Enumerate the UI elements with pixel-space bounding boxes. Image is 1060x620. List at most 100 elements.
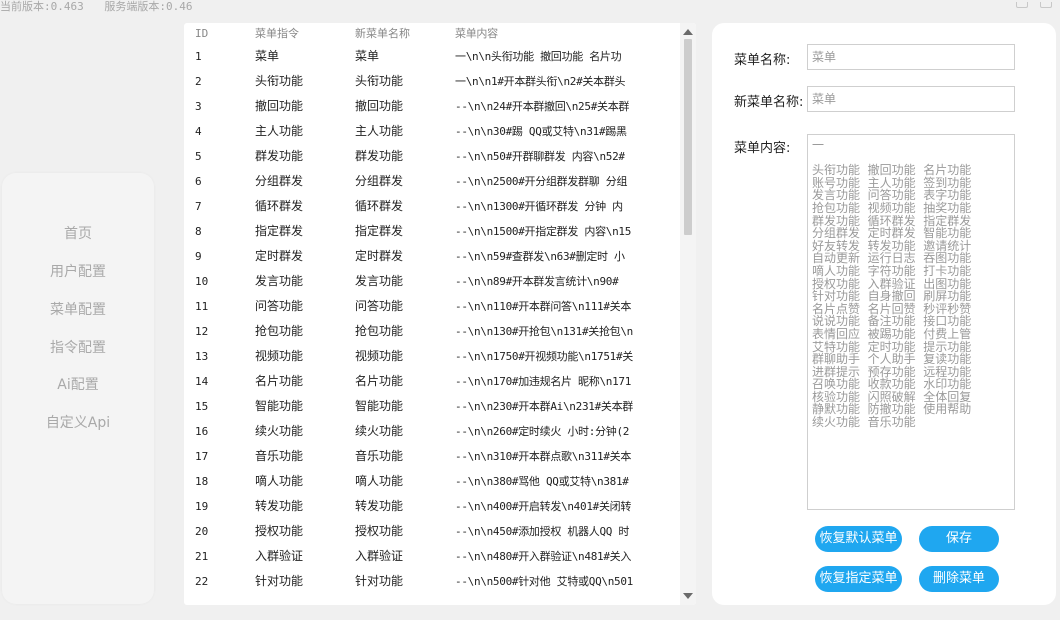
- row-command-cell: 转发功能: [255, 499, 304, 513]
- row-content-cell: --\n\n1500#开指定群发 内容\n15: [455, 225, 632, 238]
- row-id-cell: 7: [195, 200, 202, 213]
- close-icon[interactable]: [1040, 2, 1052, 8]
- row-new-name-cell: 音乐功能: [355, 449, 404, 463]
- table-row[interactable]: 14 名片功能 名片功能 --\n\n170#加违规名片 昵称\n171: [184, 369, 684, 394]
- row-new-name-cell: 续火功能: [355, 424, 404, 438]
- sidebar-item-command-config[interactable]: 指令配置: [2, 337, 154, 359]
- row-command-cell: 抢包功能: [255, 324, 304, 338]
- table-row[interactable]: 19 转发功能 转发功能 --\n\n400#开启转发\n401#关闭转: [184, 494, 684, 519]
- row-new-name-cell: 名片功能: [355, 374, 404, 388]
- column-header-command[interactable]: 菜单指令: [255, 23, 345, 45]
- row-content-cell: 一\n\n头衔功能 撤回功能 名片功: [455, 50, 622, 63]
- table-row[interactable]: 17 音乐功能 音乐功能 --\n\n310#开本群点歌\n311#关本: [184, 444, 684, 469]
- row-command-cell: 智能功能: [255, 399, 304, 413]
- row-content-cell: --\n\n400#开启转发\n401#关闭转: [455, 500, 632, 513]
- row-id-cell: 6: [195, 175, 202, 188]
- row-content-cell: --\n\n130#开抢包\n131#关抢包\n: [455, 325, 634, 338]
- row-new-name-cell: 主人功能: [355, 124, 404, 138]
- table-row[interactable]: 9 定时群发 定时群发 --\n\n59#查群发\n63#删定时 小: [184, 244, 684, 269]
- row-id-cell: 3: [195, 100, 202, 113]
- row-new-name-cell: 头衔功能: [355, 74, 404, 88]
- table-row[interactable]: 4 主人功能 主人功能 --\n\n30#踢 QQ或艾特\n31#踢黑: [184, 119, 684, 144]
- scroll-down-icon[interactable]: [683, 593, 693, 599]
- row-content-cell: --\n\n30#踢 QQ或艾特\n31#踢黑: [455, 125, 627, 138]
- row-new-name-cell: 循环群发: [355, 199, 404, 213]
- table-row[interactable]: 11 问答功能 问答功能 --\n\n110#开本群问答\n111#关本: [184, 294, 684, 319]
- restore-default-menu-button[interactable]: 恢复默认菜单: [815, 526, 902, 552]
- sidebar-item-user-config[interactable]: 用户配置: [2, 261, 154, 283]
- row-command-cell: 定时群发: [255, 249, 304, 263]
- table-row[interactable]: 1 菜单 菜单 一\n\n头衔功能 撤回功能 名片功: [184, 44, 684, 69]
- table-row[interactable]: 5 群发功能 群发功能 --\n\n50#开群聊群发 内容\n52#: [184, 144, 684, 169]
- row-id-cell: 8: [195, 225, 202, 238]
- table-row[interactable]: 12 抢包功能 抢包功能 --\n\n130#开抢包\n131#关抢包\n: [184, 319, 684, 344]
- table-row[interactable]: 10 发言功能 发言功能 --\n\n89#开本群发言统计\n90#: [184, 269, 684, 294]
- minimize-icon[interactable]: [1016, 2, 1028, 8]
- row-new-name-cell: 指定群发: [355, 224, 404, 238]
- row-id-cell: 20: [195, 525, 209, 538]
- row-id-cell: 17: [195, 450, 209, 463]
- table-scrollbar[interactable]: [680, 23, 696, 605]
- row-content-cell: --\n\n230#开本群Ai\n231#关本群: [455, 400, 634, 413]
- row-content-cell: 一\n\n1#开本群头衔\n2#关本群头: [455, 75, 626, 88]
- column-header-id[interactable]: ID: [195, 23, 235, 45]
- menu-content-line: 头衔功能 撤回功能 名片功能: [812, 163, 972, 178]
- new-menu-name-label: 新菜单名称:: [734, 95, 804, 110]
- row-content-cell: --\n\n24#开本群撤回\n25#关本群: [455, 100, 630, 113]
- table-row[interactable]: 6 分组群发 分组群发 --\n\n2500#开分组群发群聊 分组: [184, 169, 684, 194]
- table-row[interactable]: 20 授权功能 授权功能 --\n\n450#添加授权 机器人QQ 时: [184, 519, 684, 544]
- row-new-name-cell: 针对功能: [355, 574, 404, 588]
- table-row[interactable]: 8 指定群发 指定群发 --\n\n1500#开指定群发 内容\n15: [184, 219, 684, 244]
- column-header-content[interactable]: 菜单内容: [455, 23, 641, 45]
- column-header-new-name[interactable]: 新菜单名称: [355, 23, 445, 45]
- row-id-cell: 1: [195, 50, 202, 63]
- scroll-thumb[interactable]: [684, 39, 692, 235]
- table-row[interactable]: 2 头衔功能 头衔功能 一\n\n1#开本群头衔\n2#关本群头: [184, 69, 684, 94]
- menu-content-label: 菜单内容:: [734, 141, 791, 156]
- menu-name-input[interactable]: 菜单: [807, 44, 1015, 70]
- table-row[interactable]: 13 视频功能 视频功能 --\n\n1750#开视频功能\n1751#关: [184, 344, 684, 369]
- sidebar-item-home[interactable]: 首页: [2, 223, 154, 245]
- row-command-cell: 授权功能: [255, 524, 304, 538]
- table-row[interactable]: 22 针对功能 针对功能 --\n\n500#针对他 艾特或QQ\n501: [184, 569, 684, 594]
- row-content-cell: --\n\n110#开本群问答\n111#关本: [455, 300, 632, 313]
- save-button[interactable]: 保存: [919, 526, 999, 552]
- table-row[interactable]: 15 智能功能 智能功能 --\n\n230#开本群Ai\n231#关本群: [184, 394, 684, 419]
- row-new-name-cell: 分组群发: [355, 174, 404, 188]
- row-new-name-cell: 撤回功能: [355, 99, 404, 113]
- table-row[interactable]: 3 撤回功能 撤回功能 --\n\n24#开本群撤回\n25#关本群: [184, 94, 684, 119]
- menu-content-line: 嘀人功能 字符功能 打卡功能: [812, 263, 972, 278]
- sidebar-item-ai-config[interactable]: Ai配置: [2, 374, 154, 396]
- row-new-name-cell: 菜单: [355, 49, 380, 63]
- server-version-text: 服务端版本:0.46: [104, 0, 193, 13]
- row-command-cell: 名片功能: [255, 374, 304, 388]
- menu-content-line: 分组群发 定时群发 智能功能: [812, 226, 972, 241]
- row-command-cell: 发言功能: [255, 274, 304, 288]
- row-id-cell: 9: [195, 250, 202, 263]
- sidebar-item-menu-config[interactable]: 菜单配置: [2, 299, 154, 321]
- row-content-cell: --\n\n260#定时续火 小时:分钟(2: [455, 425, 630, 438]
- table-row[interactable]: 21 入群验证 入群验证 --\n\n480#开入群验证\n481#关入: [184, 544, 684, 569]
- row-id-cell: 2: [195, 75, 202, 88]
- menu-name-label: 菜单名称:: [734, 53, 791, 68]
- row-id-cell: 4: [195, 125, 202, 138]
- menu-content-textarea[interactable]: 一头衔功能 撤回功能 名片功能 账号功能 主人功能 签到功能 发言功能 问答功能 表…: [807, 134, 1015, 510]
- row-command-cell: 分组群发: [255, 174, 304, 188]
- delete-menu-button[interactable]: 删除菜单: [919, 566, 999, 592]
- row-id-cell: 19: [195, 500, 209, 513]
- version-bar: 当前版本:0.463 服务端版本:0.46: [0, 0, 207, 13]
- table-row[interactable]: 18 嘀人功能 嘀人功能 --\n\n380#骂他 QQ或艾特\n381#: [184, 469, 684, 494]
- new-menu-name-input[interactable]: 菜单: [807, 86, 1015, 112]
- row-new-name-cell: 发言功能: [355, 274, 404, 288]
- row-new-name-cell: 嘀人功能: [355, 474, 404, 488]
- sidebar-item-custom-api[interactable]: 自定义Api: [2, 412, 154, 434]
- row-command-cell: 头衔功能: [255, 74, 304, 88]
- row-command-cell: 菜单: [255, 49, 280, 63]
- scroll-up-icon[interactable]: [683, 29, 693, 35]
- table-row[interactable]: 16 续火功能 续火功能 --\n\n260#定时续火 小时:分钟(2: [184, 419, 684, 444]
- row-new-name-cell: 问答功能: [355, 299, 404, 313]
- restore-specified-menu-button[interactable]: 恢复指定菜单: [815, 566, 902, 592]
- table-row[interactable]: 7 循环群发 循环群发 --\n\n1300#开循环群发 分钟 内: [184, 194, 684, 219]
- row-id-cell: 13: [195, 350, 209, 363]
- row-new-name-cell: 抢包功能: [355, 324, 404, 338]
